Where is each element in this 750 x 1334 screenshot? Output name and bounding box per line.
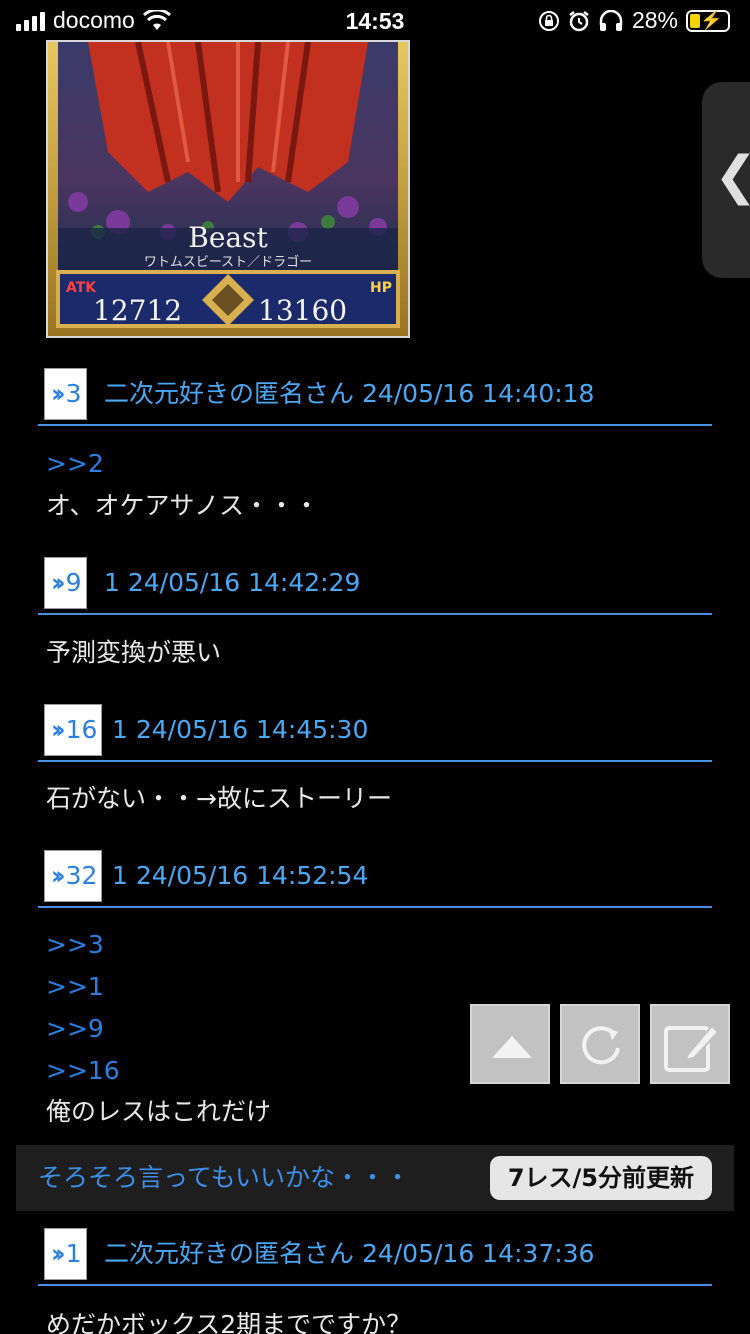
- reply-anchor-link[interactable]: >>9: [46, 1008, 104, 1050]
- hp-value: 13160: [258, 294, 347, 327]
- related-thread-title[interactable]: そろそろ言ってもいいかな・・・: [38, 1145, 410, 1211]
- side-menu-tab[interactable]: ❮: [702, 82, 750, 278]
- alarm-icon: [569, 10, 589, 31]
- post-number-button[interactable]: ›› 9: [44, 557, 87, 609]
- reply-anchor-link[interactable]: >>1: [46, 966, 104, 1008]
- scroll-top-button[interactable]: [470, 1004, 550, 1084]
- post-number-button[interactable]: ›› 3: [44, 368, 87, 420]
- post-body: 予測変換が悪い: [46, 638, 222, 667]
- thread-view[interactable]: Beast ワトムスビースト／ドラゴー ATK 12712 HP 13160 ›…: [16, 40, 734, 1334]
- orientation-lock-icon: [538, 10, 559, 31]
- post-body: 俺のレスはこれだけ: [46, 1097, 272, 1126]
- post-body: 石がない・・→故にストーリー: [46, 784, 392, 813]
- card-subtitle: ワトムスビースト／ドラゴー: [144, 254, 312, 270]
- thread-status-badge: 7レス/5分前更新: [489, 1156, 712, 1200]
- post-meta: 1 24/05/16 14:45:30: [112, 715, 369, 744]
- hp-label: HP: [370, 280, 392, 296]
- battery-fill: [690, 13, 701, 28]
- post-body: めだかボックス2期までですか？: [46, 1310, 412, 1334]
- edit-icon: [664, 1024, 720, 1072]
- double-chevron-icon: ››: [51, 379, 65, 408]
- double-chevron-icon: ››: [51, 715, 65, 744]
- status-bar: docomo 14:53 28% ⚡: [0, 0, 750, 40]
- triangle-up-icon: [492, 1036, 532, 1058]
- card-illustration: Beast ワトムスビースト／ドラゴー ATK 12712 HP 13160: [48, 42, 408, 336]
- reply-anchor-link[interactable]: >>3: [46, 924, 104, 966]
- battery-icon: ⚡: [686, 9, 730, 32]
- post-number: 3: [65, 379, 82, 408]
- post-meta: 1 24/05/16 14:42:29: [104, 568, 361, 597]
- post-number: 32: [65, 861, 98, 890]
- card-class-label: Beast: [188, 221, 268, 254]
- reload-button[interactable]: [560, 1004, 640, 1084]
- reply-anchor-link[interactable]: >>16: [46, 1050, 120, 1092]
- double-chevron-icon: ››: [51, 1239, 65, 1268]
- headphones-icon: [599, 9, 623, 31]
- post-header: ›› 32 1 24/05/16 14:52:54: [38, 850, 712, 908]
- double-chevron-icon: ››: [51, 861, 65, 890]
- chevron-left-icon: ❮: [714, 146, 750, 206]
- status-right: 28% ⚡: [538, 7, 730, 34]
- double-chevron-icon: ››: [51, 568, 65, 597]
- card-image[interactable]: Beast ワトムスビースト／ドラゴー ATK 12712 HP 13160: [46, 40, 410, 338]
- post-header: ›› 3 二次元好きの匿名さん 24/05/16 14:40:18: [38, 368, 712, 426]
- compose-button[interactable]: [650, 1004, 730, 1084]
- reload-icon: [582, 1026, 620, 1065]
- post-number-button[interactable]: ›› 16: [44, 704, 103, 756]
- atk-value: 12712: [93, 294, 182, 327]
- reply-anchor-link[interactable]: >>2: [46, 443, 104, 485]
- post-meta: 1 24/05/16 14:52:54: [112, 861, 369, 890]
- battery-percent: 28%: [631, 7, 678, 33]
- post-header: ›› 1 二次元好きの匿名さん 24/05/16 14:37:36: [38, 1228, 712, 1286]
- post-meta: 二次元好きの匿名さん 24/05/16 14:40:18: [104, 379, 595, 408]
- post-header: ›› 9 1 24/05/16 14:42:29: [38, 557, 712, 615]
- post-number: 16: [65, 715, 98, 744]
- post-header: ›› 16 1 24/05/16 14:45:30: [38, 704, 712, 762]
- post-number-button[interactable]: ›› 32: [44, 850, 103, 902]
- post-number: 9: [65, 568, 82, 597]
- post-number: 1: [65, 1239, 82, 1268]
- related-thread-bar[interactable]: そろそろ言ってもいいかな・・・ 7レス/5分前更新: [16, 1145, 734, 1211]
- charging-bolt-icon: ⚡: [700, 9, 723, 30]
- post-meta: 二次元好きの匿名さん 24/05/16 14:37:36: [104, 1239, 595, 1268]
- post-number-button[interactable]: ›› 1: [44, 1228, 87, 1280]
- post-body: オ、オケアサノス・・・: [46, 491, 320, 520]
